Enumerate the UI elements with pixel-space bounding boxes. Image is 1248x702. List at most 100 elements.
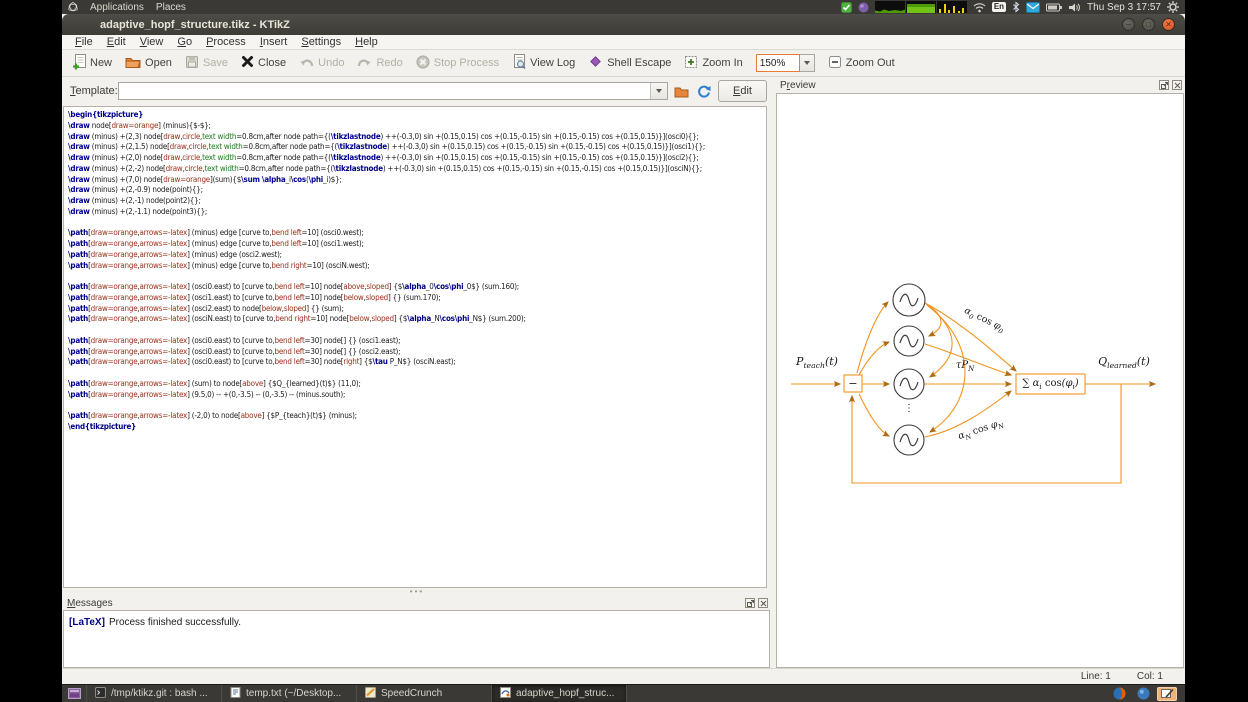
shell-escape-icon — [588, 54, 603, 72]
vertical-dots: ⋮ — [903, 403, 915, 414]
save-icon — [185, 55, 199, 72]
menu-insert[interactable]: Insert — [253, 35, 295, 50]
bluetooth-icon[interactable] — [1012, 1, 1020, 13]
taskbar-item-ktikz[interactable]: adaptive_hopf_struc... — [491, 685, 627, 702]
template-open-button[interactable] — [672, 82, 690, 100]
status-col: Col: 1 — [1137, 671, 1163, 682]
menu-file[interactable]: File — [68, 35, 100, 50]
firefox-tray-button[interactable] — [1109, 687, 1129, 701]
zoom-level-combo[interactable]: 150% — [756, 54, 815, 72]
open-button[interactable]: Open — [125, 55, 172, 72]
preview-header: Preview — [776, 78, 1184, 92]
window-list-applet-icon[interactable] — [62, 685, 87, 702]
close-pane-icon[interactable] — [758, 598, 768, 608]
undo-icon — [299, 55, 314, 71]
taskbar-item-speedcrunch[interactable]: SpeedCrunch — [356, 685, 492, 702]
minimize-button[interactable]: – — [1122, 18, 1135, 31]
keyboard-layout-indicator[interactable]: En — [992, 2, 1006, 12]
template-combo[interactable] — [118, 82, 668, 100]
pteach-label: Pteach(t) — [793, 355, 841, 370]
zoom-out-icon — [828, 55, 842, 72]
taskbar-item-label: temp.txt (~/Desktop... — [246, 688, 341, 699]
messages-pane: Messages [LaTeX]Process finished success… — [63, 596, 770, 668]
text-editor-icon — [230, 687, 241, 701]
shell-escape-button[interactable]: Shell Escape — [588, 54, 671, 72]
menu-settings[interactable]: Settings — [294, 35, 348, 50]
redo-button[interactable]: Redo — [357, 55, 402, 71]
splitter-handle[interactable]: ••• — [402, 589, 432, 595]
distro-menu[interactable] — [62, 0, 84, 14]
maximize-button[interactable]: □ — [1142, 18, 1155, 31]
taskbar-item-label: SpeedCrunch — [381, 688, 442, 699]
menubar: File Edit View Go Process Insert Setting… — [62, 35, 1185, 50]
system-monitor-applet[interactable] — [875, 1, 967, 13]
desktop-screen: Applications Places En Thu Sep 3 — [62, 0, 1185, 702]
redo-label: Redo — [376, 57, 402, 69]
menu-go[interactable]: Go — [170, 35, 199, 50]
applications-menu[interactable]: Applications — [84, 0, 150, 14]
zoom-combo-dropdown[interactable] — [800, 54, 815, 72]
zoom-in-label: Zoom In — [702, 57, 742, 69]
template-label: Template: — [70, 85, 118, 97]
titlebar[interactable]: adaptive_hopf_structure.tikz - KTikZ – □… — [62, 14, 1185, 35]
menu-help[interactable]: Help — [348, 35, 385, 50]
places-menu[interactable]: Places — [150, 0, 192, 14]
code-editor[interactable]: \begin{tikzpicture}\draw node[draw=orang… — [63, 106, 767, 588]
stop-process-button[interactable]: Stop Process — [416, 55, 499, 72]
places-label: Places — [156, 2, 186, 13]
speedcrunch-icon — [365, 687, 376, 701]
toolbar: New Open Save Close Undo Redo — [62, 50, 1185, 77]
close-window-button[interactable]: ✕ — [1162, 18, 1175, 31]
menu-process[interactable]: Process — [199, 35, 253, 50]
editor-tray-button[interactable] — [1157, 687, 1177, 701]
session-gear-icon[interactable] — [1167, 1, 1179, 13]
volume-icon[interactable] — [1068, 2, 1081, 13]
latex-tag: [LaTeX] — [69, 617, 105, 628]
ktikz-icon — [500, 687, 511, 701]
undock-icon[interactable] — [745, 598, 755, 608]
terminal-icon — [95, 687, 106, 701]
status-line: Line: 1 — [1081, 671, 1111, 682]
menu-view[interactable]: View — [133, 35, 171, 50]
template-row: Template: Edit — [62, 78, 770, 104]
close-x-icon — [241, 55, 254, 71]
undock-icon[interactable] — [1159, 80, 1169, 90]
taskbar-item-textfile[interactable]: temp.txt (~/Desktop... — [221, 685, 357, 702]
clock[interactable]: Thu Sep 3 17:57 — [1087, 2, 1161, 13]
chevron-down-icon — [804, 61, 810, 65]
sum-node-label: ∑ αi cos(φi) — [1016, 374, 1085, 394]
shell-escape-label: Shell Escape — [607, 57, 671, 69]
save-button[interactable]: Save — [185, 55, 228, 72]
tau-pn-label: τPN — [943, 360, 987, 373]
menu-edit[interactable]: Edit — [100, 35, 133, 50]
code-lines: \begin{tikzpicture}\draw node[draw=orang… — [64, 107, 766, 433]
zoom-in-button[interactable]: Zoom In — [684, 55, 742, 72]
template-reload-button[interactable] — [694, 82, 712, 100]
taskbar-item-label: adaptive_hopf_struc... — [516, 688, 614, 699]
zoom-out-button[interactable]: Zoom Out — [828, 55, 895, 72]
view-log-button[interactable]: View Log — [512, 54, 575, 72]
tikz-preview-canvas[interactable]: Pteach(t) Qlearned(t) − ∑ αi cos(φi) τPN… — [776, 93, 1184, 668]
battery-icon[interactable] — [1046, 3, 1062, 12]
open-label: Open — [145, 57, 172, 69]
mail-icon[interactable] — [1026, 2, 1040, 13]
messages-log[interactable]: [LaTeX]Process finished successfully. — [63, 610, 770, 668]
globe-tray-button[interactable] — [1133, 687, 1153, 701]
updates-ok-icon[interactable] — [841, 2, 852, 13]
template-edit-button[interactable]: Edit — [718, 80, 767, 102]
applications-label: Applications — [90, 2, 144, 13]
close-pane-icon[interactable] — [1172, 80, 1182, 90]
template-value[interactable] — [119, 83, 650, 99]
new-button[interactable]: New — [72, 54, 112, 73]
undo-label: Undo — [318, 57, 344, 69]
chevron-down-icon — [656, 89, 662, 93]
wifi-icon[interactable] — [973, 2, 986, 13]
zoom-level-value[interactable]: 150% — [756, 54, 800, 72]
app-orb-icon[interactable] — [858, 2, 869, 13]
zoom-out-label: Zoom Out — [846, 57, 895, 69]
close-file-button[interactable]: Close — [241, 55, 286, 71]
template-dropdown[interactable] — [650, 83, 667, 99]
undo-button[interactable]: Undo — [299, 55, 344, 71]
taskbar-item-terminal[interactable]: /tmp/ktikz.git : bash ... — [86, 685, 222, 702]
save-label: Save — [203, 57, 228, 69]
